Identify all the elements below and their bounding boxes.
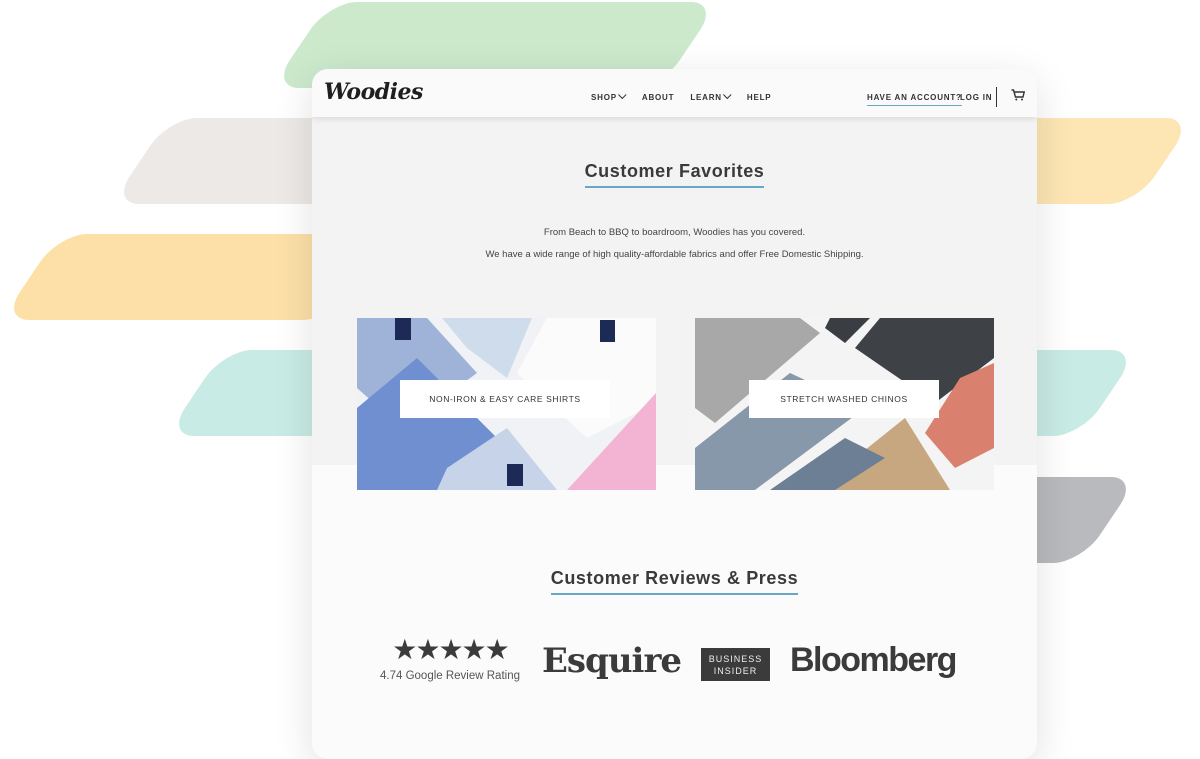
log-in-link[interactable]: LOG IN <box>960 93 992 102</box>
lower-background <box>312 465 1037 759</box>
tile-chinos-label: STRETCH WASHED CHINOS <box>749 380 939 418</box>
rating-stars-icon: ★★★★★ <box>392 634 510 665</box>
favorites-subtitle-2: We have a wide range of high quality-aff… <box>485 249 864 260</box>
website-preview-card: Woodies SHOP ABOUT LEARN HELP HAVE AN AC… <box>312 69 1037 759</box>
chevron-down-icon <box>617 90 627 100</box>
nav-about[interactable]: ABOUT <box>642 93 674 102</box>
have-an-account-link[interactable]: HAVE AN ACCOUNT? <box>867 93 962 106</box>
google-rating: ★★★★★ 4.74 Google Review Rating <box>370 634 530 683</box>
cart-icon[interactable] <box>1011 89 1025 101</box>
nav-shop-label: SHOP <box>591 93 617 102</box>
rating-text: 4.74 Google Review Rating <box>380 670 520 682</box>
esquire-logo: Esquire <box>542 641 682 681</box>
tile-shirts[interactable]: NON-IRON & EASY CARE SHIRTS <box>357 318 656 490</box>
nav-divider <box>996 87 997 107</box>
woodies-logo[interactable]: Woodies <box>324 79 423 105</box>
nav-learn-label: LEARN <box>690 93 722 102</box>
bloomberg-logo: Bloomberg <box>790 641 957 679</box>
tile-chinos[interactable]: STRETCH WASHED CHINOS <box>695 318 994 490</box>
business-insider-logo: BUSINESS INSIDER <box>701 648 770 681</box>
nav-learn[interactable]: LEARN <box>690 90 732 102</box>
nav-shop[interactable]: SHOP <box>591 90 627 102</box>
chevron-down-icon <box>722 90 732 100</box>
reviews-heading-wrap: Customer Reviews & Press <box>312 568 1037 595</box>
favorites-subtitle-1: From Beach to BBQ to boardroom, Woodies … <box>543 227 806 238</box>
favorites-title: Customer Favorites <box>584 161 765 188</box>
nav-links: SHOP ABOUT LEARN HELP <box>591 90 772 102</box>
tile-shirts-label: NON-IRON & EASY CARE SHIRTS <box>400 380 610 418</box>
top-navigation: Woodies SHOP ABOUT LEARN HELP HAVE AN AC… <box>312 69 1037 117</box>
nav-help[interactable]: HELP <box>747 93 772 102</box>
favorites-heading-wrap: Customer Favorites <box>312 161 1037 188</box>
reviews-title: Customer Reviews & Press <box>550 568 799 595</box>
